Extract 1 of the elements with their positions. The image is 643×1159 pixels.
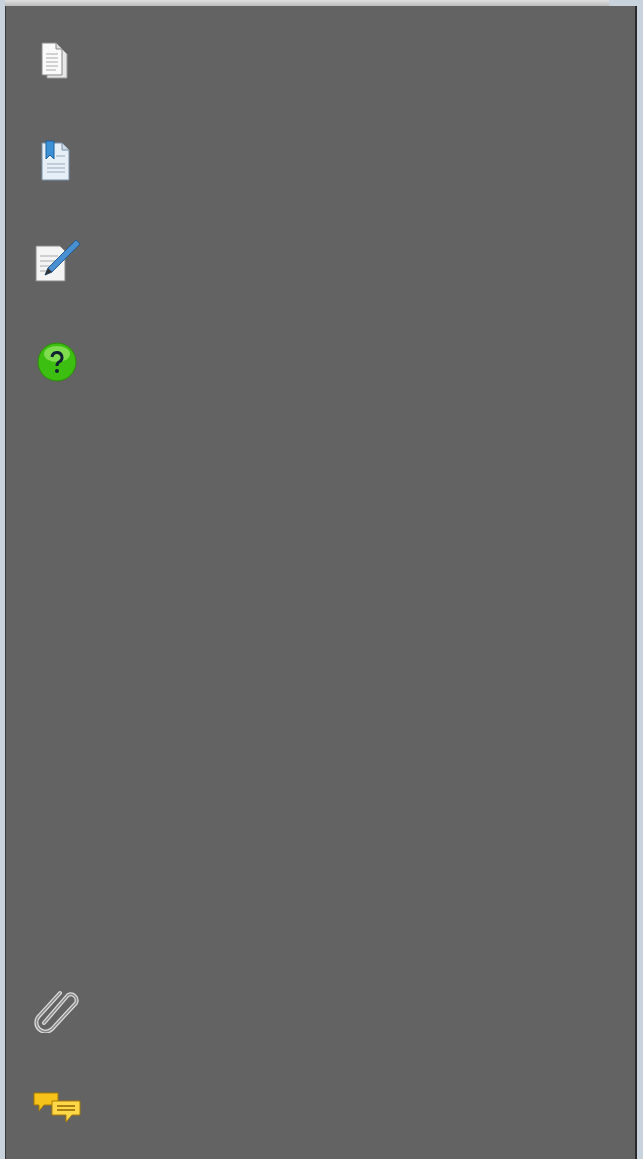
- help-icon: [36, 341, 78, 383]
